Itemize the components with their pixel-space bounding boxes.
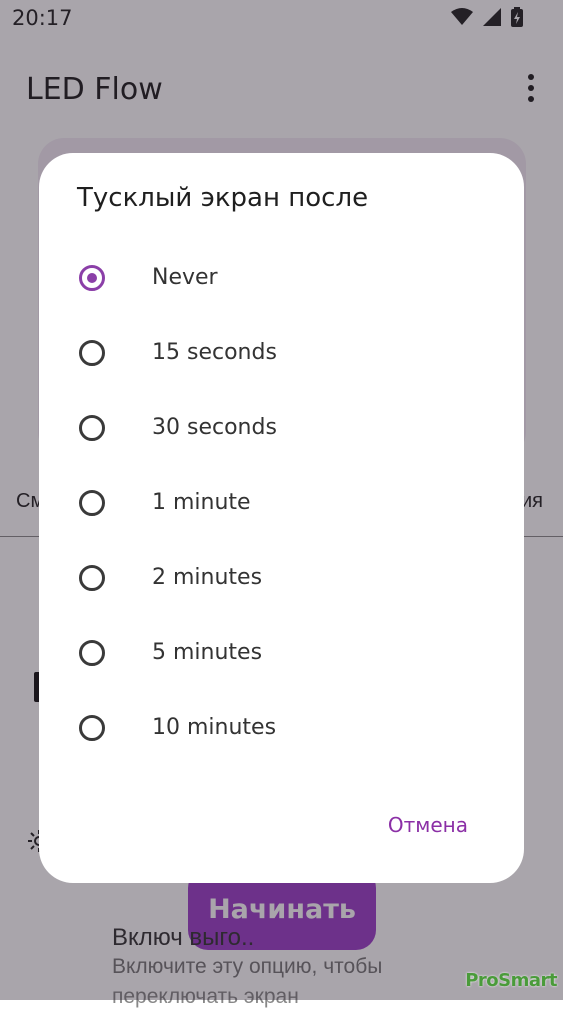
radio-unchecked-icon[interactable] [79,339,105,366]
radio-option[interactable]: 5 minutes [39,615,524,690]
radio-option-label: Never [152,265,218,290]
radio-option[interactable]: 30 seconds [39,390,524,465]
radio-option[interactable]: 15 seconds [39,315,524,390]
dim-screen-dialog: Тусклый экран после Never 15 seconds 30 se… [39,153,524,883]
radio-option-label: 15 seconds [152,340,277,365]
radio-unchecked-icon[interactable] [79,414,105,441]
cancel-button[interactable]: Отмена [388,813,468,837]
radio-option[interactable]: 10 minutes [39,690,524,765]
radio-option[interactable]: 1 minute [39,465,524,540]
radio-unchecked-icon[interactable] [79,564,105,591]
radio-unchecked-icon[interactable] [79,714,105,741]
radio-option[interactable]: Never [39,240,524,315]
radio-checked-icon[interactable] [79,264,105,291]
radio-option-label: 10 minutes [152,715,277,740]
radio-option-label: 5 minutes [152,640,263,665]
radio-option-label: 2 minutes [152,565,263,590]
radio-unchecked-icon[interactable] [79,639,105,666]
radio-option[interactable]: 2 minutes [39,540,524,615]
radio-option-label: 1 minute [152,490,251,515]
watermark-logo: ProSmart [465,970,557,991]
dialog-title: Тусклый экран после [77,183,369,213]
radio-option-label: 30 seconds [152,415,277,440]
radio-unchecked-icon[interactable] [79,489,105,516]
radio-options-list: Never 15 seconds 30 seconds 1 minute 2 minut… [39,240,524,765]
